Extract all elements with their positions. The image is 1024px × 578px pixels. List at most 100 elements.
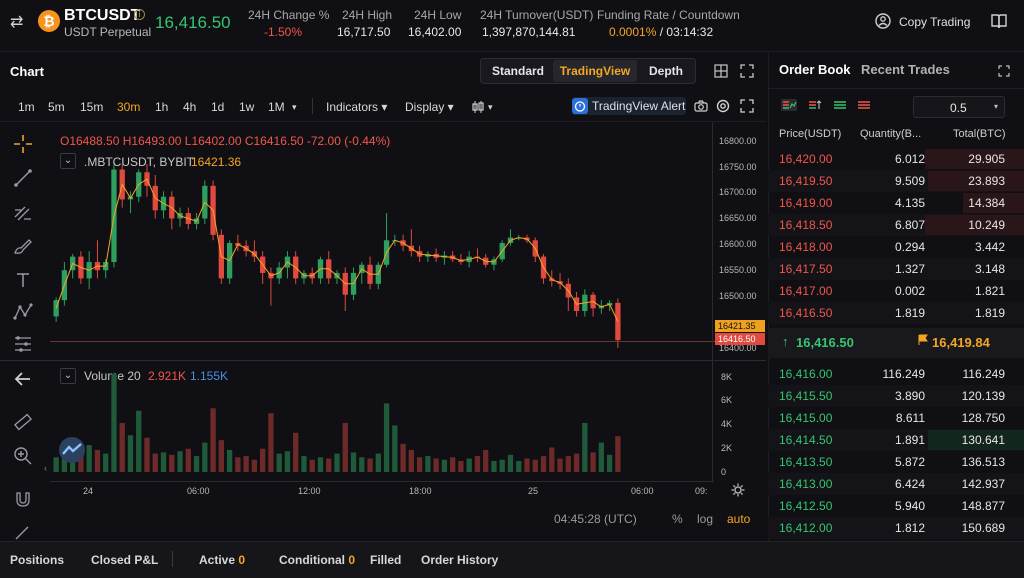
auto-scale-toggle[interactable]: auto (727, 512, 750, 526)
view-depth[interactable]: Depth (637, 60, 695, 82)
copy-trading-icon[interactable] (874, 12, 892, 30)
timeframe-15m[interactable]: 15m (80, 100, 103, 114)
price-tick: 16500.00 (719, 291, 757, 301)
tab-order-history[interactable]: Order History (421, 553, 498, 567)
timeframe-1M[interactable]: 1M (268, 100, 285, 114)
timeframe-1m[interactable]: 1m (18, 100, 35, 114)
timeframe-5m[interactable]: 5m (48, 100, 65, 114)
volume-bar (532, 459, 538, 472)
grid-layout-icon[interactable] (714, 64, 728, 78)
timeframe-30m[interactable]: 30m (117, 100, 140, 114)
info-icon[interactable]: i (134, 9, 145, 20)
view-standard[interactable]: Standard (483, 60, 553, 82)
tab-order-book[interactable]: Order Book (779, 62, 851, 77)
price-cell: 16,416.00 (779, 367, 833, 381)
tab-active[interactable]: Active 0 (199, 553, 245, 567)
total-cell: 1.821 (974, 284, 1005, 298)
chart-type-caret[interactable]: ▾ (488, 102, 493, 113)
bids-row[interactable]: 16,414.50 1.891 130.641 (768, 429, 1024, 451)
back-arrow-icon[interactable] (12, 368, 34, 390)
candlestick-chart[interactable] (50, 126, 714, 360)
time-tick: 25 (528, 486, 539, 496)
view-bids-icon[interactable] (832, 99, 848, 111)
pattern-tool-icon[interactable] (12, 301, 34, 323)
view-tradingview[interactable]: TradingView (553, 60, 637, 82)
magnet-icon[interactable] (12, 489, 34, 511)
btc-coin-icon: ₿ (38, 10, 60, 32)
price-precision-select[interactable]: 0.5 ▾ (913, 96, 1005, 118)
crosshair-icon[interactable] (12, 133, 34, 155)
timeframe-4h[interactable]: 4h (183, 100, 196, 114)
settings-icon[interactable] (716, 99, 730, 113)
bids-row[interactable]: 16,416.00 116.249 116.249 (768, 363, 1024, 385)
symbol-name[interactable]: BTCUSDT (64, 7, 140, 25)
bids-row[interactable]: 16,412.50 5.940 148.877 (768, 495, 1024, 517)
pencil-icon[interactable] (12, 521, 34, 543)
bids-row[interactable]: 16,412.00 1.812 150.689 (768, 517, 1024, 539)
timeframe-1h[interactable]: 1h (155, 100, 168, 114)
camera-icon[interactable] (694, 99, 708, 113)
volume-bar (491, 460, 497, 472)
display-button[interactable]: Display ▾ (405, 100, 454, 114)
asks-row[interactable]: 16,419.50 9.509 23.893 (768, 170, 1024, 192)
tab-positions[interactable]: Positions (10, 553, 64, 567)
timeframe-1d[interactable]: 1d (211, 100, 224, 114)
text-tool-icon[interactable] (12, 269, 34, 291)
price-up-arrow-icon: ↑ (782, 334, 789, 349)
volume-bar (160, 452, 167, 472)
volume-bar (606, 454, 613, 472)
chart-fullscreen-icon[interactable] (740, 99, 754, 113)
view-split-icon[interactable] (807, 99, 823, 111)
log-scale-toggle[interactable]: log (697, 512, 713, 526)
asks-row[interactable]: 16,418.00 0.294 3.442 (768, 236, 1024, 258)
swap-symbol-icon[interactable]: ⇄ (10, 13, 30, 33)
brush-icon[interactable] (12, 235, 34, 257)
volume-bar (326, 458, 332, 472)
volume-bar (210, 408, 216, 472)
bids-row[interactable]: 16,415.50 3.890 120.139 (768, 385, 1024, 407)
bids-row[interactable]: 16,413.00 6.424 142.937 (768, 473, 1024, 495)
asks-row[interactable]: 16,419.00 4.135 14.384 (768, 192, 1024, 214)
bids-row[interactable]: 16,415.00 8.611 128.750 (768, 407, 1024, 429)
asks-row[interactable]: 16,417.00 0.002 1.821 (768, 280, 1024, 302)
asks-row[interactable]: 16,417.50 1.327 3.148 (768, 258, 1024, 280)
tab-separator (172, 551, 173, 567)
fib-tool-icon[interactable] (12, 201, 34, 223)
view-asks-icon[interactable] (856, 99, 872, 111)
tab-filled[interactable]: Filled (370, 553, 401, 567)
scroll-left-icon[interactable]: ‹ (44, 463, 47, 473)
order-book-expand-icon[interactable] (998, 65, 1010, 77)
trend-line-icon[interactable] (12, 167, 34, 189)
stat-label-turnover: 24H Turnover(USDT) (480, 8, 594, 22)
view-both-icon[interactable] (781, 99, 797, 111)
asks-row[interactable]: 16,420.00 6.012 29.905 (768, 148, 1024, 170)
tradingview-alert-button[interactable]: TradingView Alert (572, 97, 686, 115)
tab-conditional[interactable]: Conditional 0 (279, 553, 355, 567)
price-cell: 16,416.50 (779, 306, 833, 320)
fullscreen-icon[interactable] (740, 64, 754, 78)
asks-row[interactable]: 16,416.50 1.819 1.819 (768, 302, 1024, 324)
bids-row[interactable]: 16,413.50 5.872 136.513 (768, 451, 1024, 473)
alarm-clock-icon (572, 98, 588, 114)
quantity-cell: 6.012 (894, 152, 925, 166)
precision-value: 0.5 (950, 101, 967, 115)
copy-trading-button[interactable]: Copy Trading (899, 15, 970, 29)
ruler-icon[interactable] (12, 411, 34, 433)
projection-tool-icon[interactable] (12, 333, 34, 355)
mid-mark-price: 16,419.84 (932, 335, 990, 350)
tab-closed-pnl[interactable]: Closed P&L (91, 553, 158, 567)
candle-type-icon[interactable] (471, 100, 485, 114)
time-tick: 06:00 (631, 486, 654, 496)
zoom-in-icon[interactable] (12, 445, 34, 467)
total-cell: 23.893 (968, 174, 1005, 188)
timeframe-more-caret[interactable]: ▾ (292, 102, 297, 113)
percent-scale-toggle[interactable]: % (672, 512, 683, 526)
volume-bar (549, 447, 555, 472)
tab-recent-trades[interactable]: Recent Trades (861, 62, 950, 77)
book-icon[interactable] (990, 12, 1008, 30)
timeframe-1w[interactable]: 1w (239, 100, 254, 114)
axis-settings-icon[interactable] (731, 483, 745, 497)
indicators-button[interactable]: Indicators ▾ (326, 100, 387, 114)
asks-row[interactable]: 16,418.50 6.807 10.249 (768, 214, 1024, 236)
volume-bar (359, 457, 365, 472)
